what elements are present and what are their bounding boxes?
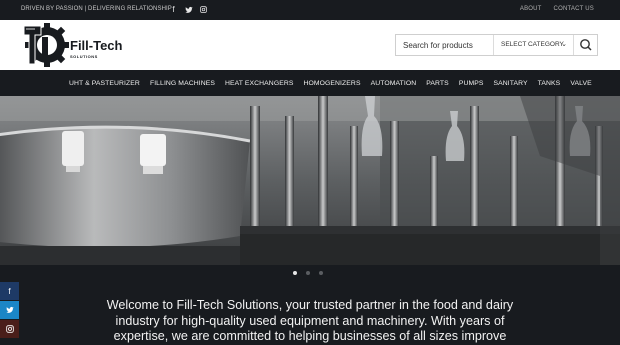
facebook-icon[interactable]: f [168, 3, 179, 16]
top-social-links: f [168, 3, 209, 16]
search-icon [580, 39, 592, 51]
search-input[interactable] [396, 35, 494, 55]
slider-dot-2[interactable] [306, 271, 310, 275]
hero-slider-image [0, 96, 620, 265]
nav-item-homogenizers[interactable]: HOMOGENIZERS [303, 80, 360, 87]
about-link[interactable]: ABOUT [520, 6, 542, 12]
nav-item-sanitary[interactable]: SANITARY [493, 80, 527, 87]
welcome-line: expertise, we are committed to helping b… [113, 329, 507, 344]
slider-dot-1[interactable] [293, 271, 297, 275]
welcome-line: industry for high-quality used equipment… [115, 313, 505, 328]
nav-item-filling-machines[interactable]: FILLING MACHINES [150, 80, 215, 87]
twitter-icon[interactable] [183, 3, 194, 16]
nav-item-heat-exchangers[interactable]: HEAT EXCHANGERS [225, 80, 293, 87]
category-select-label: SELECT CATEGORY [501, 41, 564, 48]
twitter-icon [5, 306, 14, 313]
welcome-line: Welcome to Fill-Tech Solutions, your tru… [106, 298, 514, 312]
nav-item-pumps[interactable]: PUMPS [459, 80, 484, 87]
main-nav: UHT & PASTEURIZER FILLING MACHINES HEAT … [0, 70, 620, 96]
share-facebook-button[interactable]: f [0, 282, 19, 300]
category-select[interactable]: SELECT CATEGORY ⌄ [494, 35, 574, 55]
tagline: DRIVEN BY PASSION | DELIVERING RELATIONS… [21, 6, 172, 12]
logo-wordmark: Fill-Tech [70, 38, 123, 53]
top-links: ABOUT CONTACT US [520, 6, 594, 12]
nav-item-automation[interactable]: AUTOMATION [371, 80, 417, 87]
nav-item-uht-pasteurizer[interactable]: UHT & PASTEURIZER [69, 80, 140, 87]
nav-item-valve[interactable]: VALVE [570, 80, 591, 87]
contact-us-link[interactable]: CONTACT US [554, 6, 594, 12]
top-bar: DRIVEN BY PASSION | DELIVERING RELATIONS… [0, 0, 620, 20]
facebook-icon: f [8, 286, 11, 296]
instagram-icon[interactable] [198, 3, 209, 16]
nav-item-parts[interactable]: PARTS [426, 80, 449, 87]
slider-pagination [293, 271, 323, 275]
instagram-icon [5, 325, 14, 333]
search-button[interactable] [574, 35, 598, 55]
share-twitter-button[interactable] [0, 301, 19, 319]
gear-logo-icon [23, 23, 69, 67]
chevron-down-icon: ⌄ [561, 41, 567, 48]
site-logo[interactable]: Fill-Tech SOLUTIONS [21, 23, 127, 67]
product-search: SELECT CATEGORY ⌄ [395, 34, 598, 56]
share-instagram-button[interactable] [0, 320, 19, 338]
welcome-text: Welcome to Fill-Tech Solutions, your tru… [98, 298, 522, 345]
nav-item-tanks[interactable]: TANKS [538, 80, 561, 87]
logo-subtext: SOLUTIONS [70, 54, 98, 59]
slider-dot-3[interactable] [319, 271, 323, 275]
